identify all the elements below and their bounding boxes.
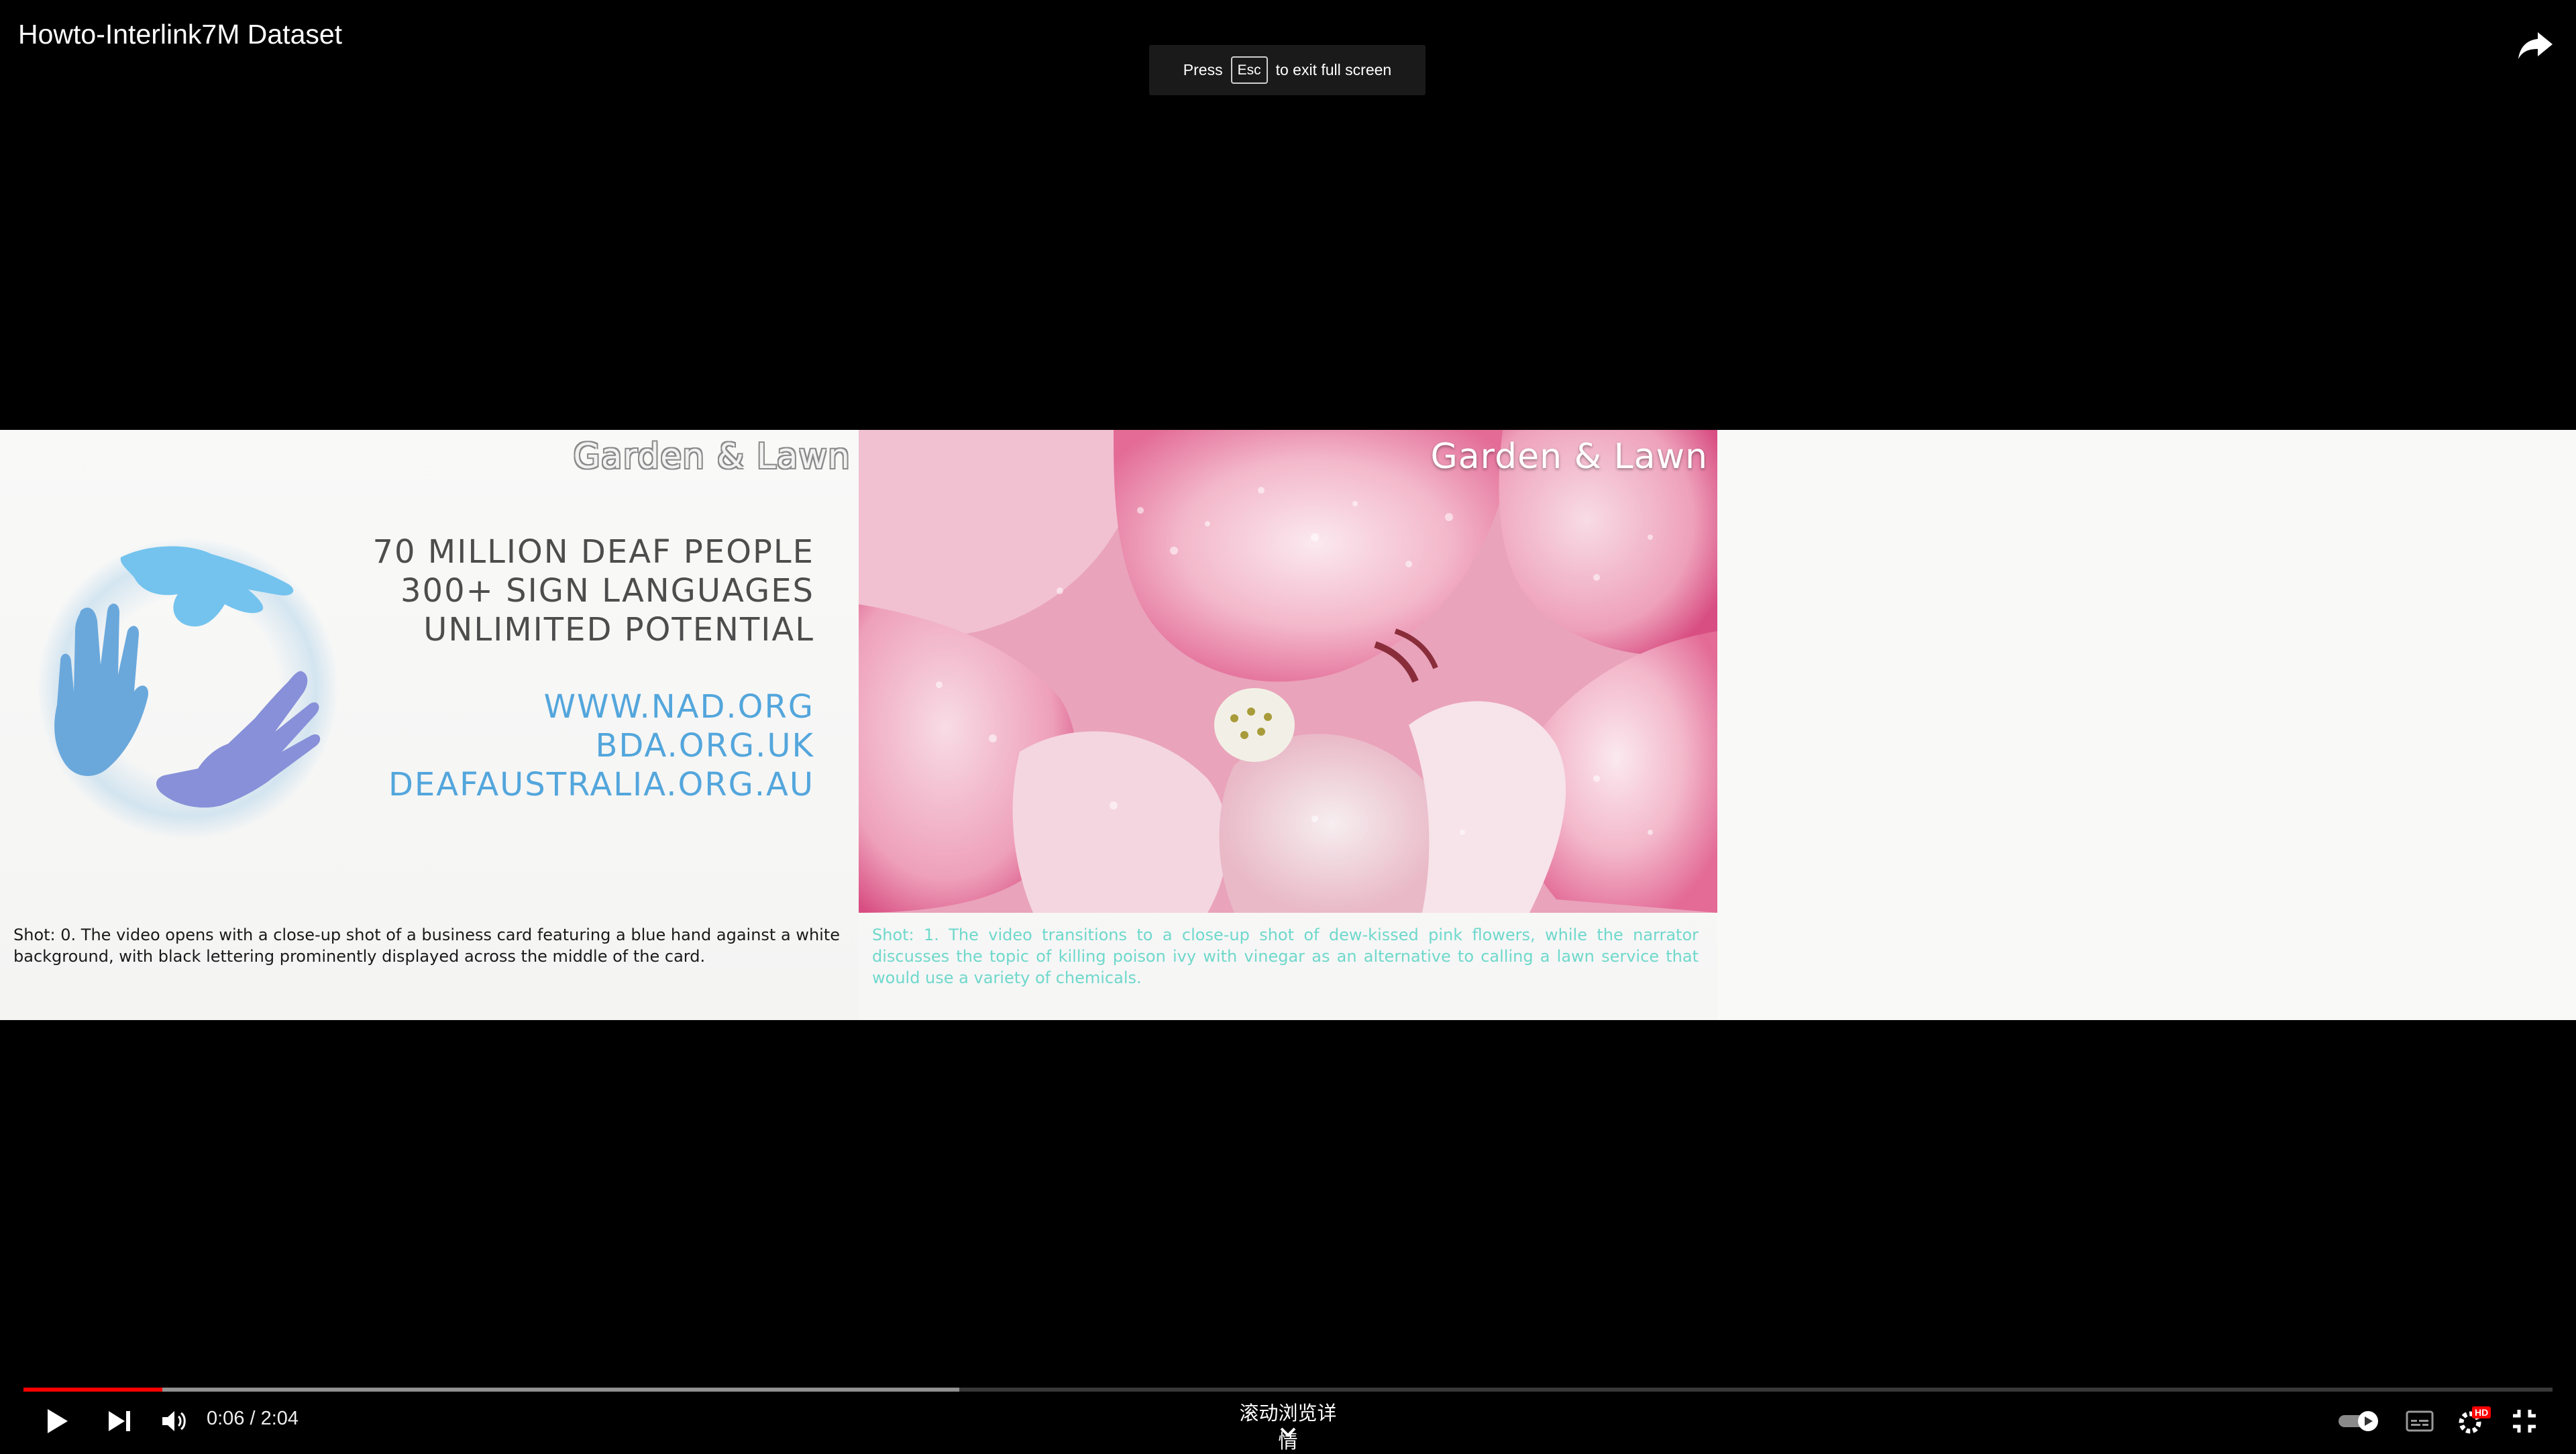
card-line-2: 300+ SIGN LANGUAGES [400, 572, 814, 610]
chevron-down-icon[interactable] [1277, 1425, 1299, 1439]
channel-watermark: Garden & Lawn [573, 437, 851, 477]
toast-press-text: Press [1183, 61, 1223, 78]
time-display: 0:06 / 2:04 [207, 1408, 299, 1429]
share-icon [2518, 32, 2553, 59]
pink-flower-image [859, 430, 1717, 913]
volume-button[interactable] [156, 1404, 193, 1439]
share-button[interactable] [2509, 19, 2563, 72]
volume-icon [162, 1411, 186, 1431]
esc-key-badge: Esc [1230, 56, 1268, 84]
toast-message: to exit full screen [1275, 61, 1392, 78]
exit-fullscreen-icon [2513, 1410, 2536, 1433]
shot-caption-1: Shot: 1. The video transitions to a clos… [872, 926, 1699, 987]
card-link-1: WWW.NAD.ORG [543, 688, 814, 726]
shot-panel-2 [1717, 430, 2576, 1020]
progress-played [23, 1388, 163, 1392]
subtitles-button[interactable] [2400, 1408, 2439, 1435]
play-button[interactable] [39, 1404, 76, 1439]
card-text-block: 70 MILLION DEAF PEOPLE 300+ SIGN LANGUAG… [372, 533, 814, 804]
shot-caption-0: Shot: 0. The video opens with a close-up… [13, 926, 840, 966]
hd-badge: HD [2472, 1406, 2491, 1418]
video-title[interactable]: Howto-Interlink7M Dataset [18, 19, 342, 50]
card-line-1: 70 MILLION DEAF PEOPLE [372, 533, 814, 571]
next-button[interactable] [101, 1404, 138, 1439]
card-link-3: DEAFAUSTRALIA.ORG.AU [388, 766, 814, 803]
autoplay-toggle[interactable] [2336, 1408, 2383, 1435]
card-line-3: UNLIMITED POTENTIAL [423, 611, 814, 649]
shot-panel-0: Garden & Lawn 70 MILLION DEAF PEOPLE 300… [0, 430, 859, 1020]
progress-bar[interactable] [23, 1388, 2553, 1392]
shot-panel-1: Garden & Lawn Shot: 1. The video transit… [859, 430, 1717, 1020]
hands-logo-image [37, 537, 339, 839]
settings-button[interactable]: HD [2452, 1404, 2493, 1439]
subtitles-icon [2406, 1410, 2434, 1432]
video-frame[interactable]: Garden & Lawn 70 MILLION DEAF PEOPLE 300… [0, 430, 2576, 1020]
card-link-2: BDA.ORG.UK [595, 727, 814, 765]
exit-fullscreen-button[interactable] [2506, 1404, 2543, 1439]
autoplay-toggle-icon [2339, 1411, 2378, 1431]
progress-buffered [23, 1388, 959, 1392]
next-icon [109, 1411, 130, 1431]
exit-fullscreen-toast: Press Esc to exit full screen [1149, 45, 1426, 95]
play-icon [48, 1409, 68, 1433]
channel-watermark-2: Garden & Lawn [1430, 437, 1708, 477]
